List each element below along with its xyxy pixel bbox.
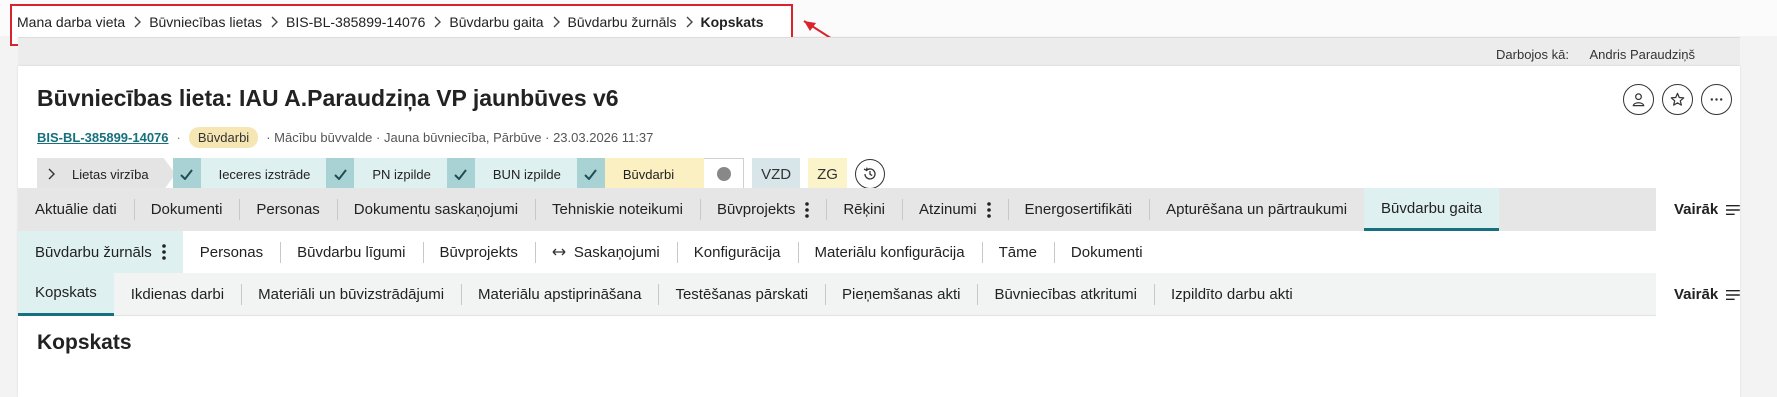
tab-documents[interactable]: Dokumenti <box>133 188 240 231</box>
breadcrumb-item-workspace[interactable]: Mana darba vieta <box>17 14 125 30</box>
tab-building-project[interactable]: Būvprojekts <box>699 188 826 231</box>
check-icon <box>326 158 355 190</box>
workflow-step-label: PN izpilde <box>354 158 447 190</box>
tab-persons[interactable]: Personas <box>239 188 336 231</box>
chevron-right-icon <box>425 16 449 28</box>
chevron-right-icon <box>262 16 286 28</box>
workflow-progress: Lietas virzība Ieceres izstrāde PN izpil… <box>37 158 885 190</box>
kebab-menu-icon[interactable] <box>986 201 991 218</box>
tab-label: Atzinumi <box>919 201 977 218</box>
tab-document-approvals[interactable]: Dokumentu saskaņojumi <box>336 188 535 231</box>
primary-tabs: Aktuālie dati Dokumenti Personas Dokumen… <box>18 188 1740 231</box>
tab-material-approval[interactable]: Materiālu apstiprināšana <box>461 273 658 316</box>
user-bar: Darbojos kā: Andris Paraudziņš <box>18 37 1740 66</box>
breadcrumb: Mana darba vieta Būvniecības lietas BIS-… <box>17 13 764 31</box>
tab-suspension[interactable]: Apturēšana un pārtraukumi <box>1149 188 1364 231</box>
tab-invoices[interactable]: Rēķini <box>826 188 902 231</box>
chevron-right-icon <box>47 168 56 180</box>
more-label: Vairāk <box>1674 201 1719 218</box>
tab-configuration[interactable]: Konfigurācija <box>676 231 798 274</box>
check-icon <box>446 158 475 190</box>
tab-label: Saskaņojumi <box>573 243 660 261</box>
tab-overview[interactable]: Kopskats <box>18 272 114 316</box>
kebab-menu-icon[interactable] <box>805 201 810 218</box>
menu-lines-icon <box>1726 204 1740 215</box>
tab-label: Būvdarbu žurnāls <box>35 243 152 261</box>
more-label: Vairāk <box>1674 286 1719 303</box>
tab-technical-conditions[interactable]: Tehniskie noteikumi <box>535 188 700 231</box>
status-badge: Būvdarbi <box>188 126 259 148</box>
more-tabs-button[interactable]: Vairāk <box>1656 273 1740 316</box>
breadcrumb-item-cases[interactable]: Būvniecības lietas <box>149 14 262 30</box>
workflow-step-construction[interactable]: Būvdarbi <box>576 158 705 190</box>
tab-energy-certificates[interactable]: Energosertifikāti <box>1007 188 1150 231</box>
tab-construction-waste[interactable]: Būvniecības atkritumi <box>977 273 1154 316</box>
swap-arrows-icon <box>552 247 566 257</box>
workflow-step-intent[interactable]: Ieceres izstrāde <box>172 158 327 190</box>
workflow-step-pn[interactable]: PN izpilde <box>326 158 447 190</box>
more-actions-button[interactable] <box>1701 84 1732 115</box>
workflow-step-label: Būvdarbi <box>604 158 705 190</box>
workflow-toggle[interactable]: Lietas virzība <box>37 158 176 190</box>
favorite-button[interactable] <box>1662 84 1693 115</box>
tab-test-reports[interactable]: Testēšanas pārskati <box>658 273 825 316</box>
tertiary-tabs: Kopskats Ikdienas darbi Materiāli un būv… <box>18 272 1740 316</box>
breadcrumb-item-construction-progress[interactable]: Būvdarbu gaita <box>449 14 543 30</box>
status-dot-icon <box>716 167 731 181</box>
case-meta-text: · Mācību būvvalde · Jauna būvniecība, Pā… <box>266 129 654 145</box>
tab-acceptance-acts[interactable]: Pieņemšanas akti <box>825 273 977 316</box>
secondary-tabs: Būvdarbu žurnāls Personas Būvdarbu līgum… <box>18 230 1740 274</box>
workflow-step-bun[interactable]: BUN izpilde <box>446 158 577 190</box>
tab-journal-persons[interactable]: Personas <box>183 231 280 274</box>
tab-journal-project[interactable]: Būvprojekts <box>422 231 535 274</box>
check-icon <box>172 158 201 190</box>
header-actions <box>1623 84 1732 115</box>
tab-estimate[interactable]: Tāme <box>981 231 1054 274</box>
tab-daily-works[interactable]: Ikdienas darbi <box>114 273 241 316</box>
breadcrumb-item-current: Kopskats <box>700 14 764 30</box>
chevron-right-icon <box>544 16 568 28</box>
breadcrumb-item-case[interactable]: BIS-BL-385899-14076 <box>286 14 425 30</box>
user-icon <box>1632 93 1645 107</box>
case-meta-row: BIS-BL-385899-14076 · Būvdarbi · Mācību … <box>37 126 653 148</box>
workflow-label: Lietas virzība <box>72 166 149 182</box>
page-title: Būvniecības lieta: IAU A.Paraudziņa VP j… <box>37 85 619 111</box>
tab-construction-progress[interactable]: Būvdarbu gaita <box>1364 188 1499 231</box>
kebab-menu-icon[interactable] <box>161 244 166 260</box>
more-horizontal-icon <box>1710 98 1723 101</box>
tab-materials-products[interactable]: Materiāli un būvizstrādājumi <box>241 273 461 316</box>
tab-opinions[interactable]: Atzinumi <box>902 188 1008 231</box>
chevron-right-icon <box>125 16 149 28</box>
tag-vzd[interactable]: VZD <box>752 158 801 190</box>
workflow-end <box>704 158 745 190</box>
star-icon <box>1670 92 1685 106</box>
meta-separator: · <box>176 129 181 145</box>
chevron-right-icon <box>677 16 701 28</box>
user-button[interactable] <box>1623 84 1654 115</box>
case-card: Būvniecības lieta: IAU A.Paraudziņa VP j… <box>18 66 1740 397</box>
workflow-step-label: BUN izpilde <box>474 158 577 190</box>
acting-as-label: Darbojos kā: <box>1496 47 1569 62</box>
breadcrumb-item-journal[interactable]: Būvdarbu žurnāls <box>568 14 677 30</box>
menu-lines-icon <box>1726 289 1740 300</box>
tag-zg[interactable]: ZG <box>808 158 847 190</box>
tab-journal-documents[interactable]: Dokumenti <box>1053 231 1160 274</box>
user-name[interactable]: Andris Paraudziņš <box>1590 47 1696 62</box>
tab-completed-works-acts[interactable]: Izpildīto darbu akti <box>1154 273 1310 316</box>
history-icon <box>863 167 876 180</box>
history-button[interactable] <box>854 159 885 189</box>
tab-current-data[interactable]: Aktuālie dati <box>18 188 134 231</box>
tab-label: Būvprojekts <box>716 201 796 218</box>
tab-construction-journal[interactable]: Būvdarbu žurnāls <box>18 230 183 274</box>
workflow-step-label: Ieceres izstrāde <box>200 158 327 190</box>
tab-material-configuration[interactable]: Materiālu konfigurācija <box>797 231 982 274</box>
tab-contracts[interactable]: Būvdarbu līgumi <box>280 231 422 274</box>
case-number-link[interactable]: BIS-BL-385899-14076 <box>37 130 169 145</box>
tab-approvals[interactable]: Saskaņojumi <box>534 231 677 274</box>
check-icon <box>576 158 605 190</box>
more-tabs-button[interactable]: Vairāk <box>1656 188 1740 231</box>
section-title: Kopskats <box>37 331 132 354</box>
